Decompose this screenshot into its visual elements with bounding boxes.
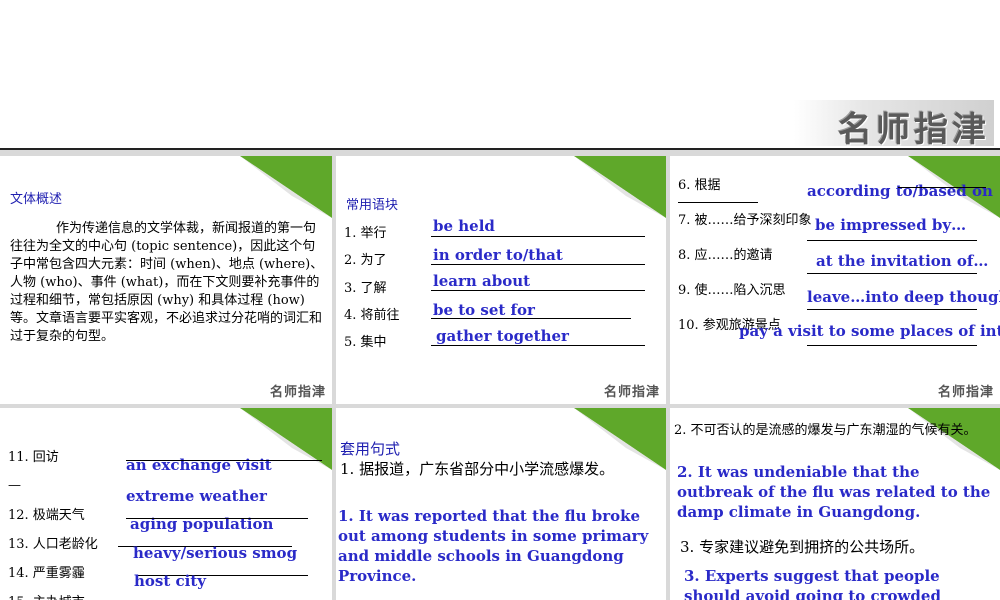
phrase-answer: leave…into deep thought: [807, 288, 1000, 306]
phrase-label: 6. 根据: [678, 178, 721, 193]
answer-line: [431, 236, 645, 237]
phrase-answer: be to set for: [433, 301, 535, 319]
phrase-label: 9. 使……陷入沉思: [678, 283, 786, 298]
phrase-answer: be held: [433, 217, 495, 235]
phrase-answer: host city: [134, 572, 206, 590]
panel-genre-overview: 文体概述 作为传递信息的文学体裁，新闻报道的第一句往往为全文的中心句 (topi…: [0, 156, 332, 404]
page-curl-icon: [574, 156, 666, 218]
phrase-label: 2. 为了: [344, 253, 387, 268]
sentence-answer: 3. Experts suggest that people should av…: [684, 567, 941, 600]
phrase-answer: pay a visit to some places of interest: [739, 322, 1000, 340]
phrase-answer: be impressed by…: [815, 216, 967, 234]
panel-common-phrases: 常用语块 1. 举行 be held 2. 为了 in order to/tha…: [336, 156, 666, 404]
phrase-label: 14. 严重雾霾: [8, 566, 85, 581]
patterns-heading: 套用句式: [340, 440, 401, 458]
brand-logo: 名师指津: [794, 100, 994, 150]
panel-sentence-patterns: 套用句式 1. 据报道，广东省部分中小学流感爆发。 1. It was repo…: [336, 408, 666, 600]
genre-paragraph: 作为传递信息的文学体裁，新闻报道的第一句往往为全文的中心句 (topic sen…: [10, 221, 324, 344]
phrase-answer: extreme weather: [126, 487, 267, 505]
dash-mark: —: [8, 478, 21, 493]
top-banner: 名师指津: [0, 0, 1000, 150]
phrase-answer: in order to/that: [433, 246, 563, 264]
phrase-label: 1. 举行: [344, 226, 387, 241]
phrase-label: 8. 应……的邀请: [678, 248, 773, 263]
phrase-label: 4. 将前往: [344, 308, 400, 323]
panel-phrases-continued: 6. 根据 according to/based on 7. 被……给予深刻印象…: [670, 156, 1000, 404]
sentence-question: 2. 不可否认的是流感的爆发与广东潮湿的气候有关。: [674, 423, 977, 438]
answer-line: [431, 345, 645, 346]
sentence-question: 3. 专家建议避免到拥挤的公共场所。: [680, 538, 925, 556]
phrase-label: 13. 人口老龄化: [8, 537, 98, 552]
answer-line: [807, 240, 977, 241]
genre-heading: 文体概述: [10, 192, 63, 207]
answer-line: [126, 460, 322, 461]
answer-line: [431, 264, 645, 265]
phrase-label: 12. 极端天气: [8, 508, 85, 523]
phrases-heading: 常用语块: [346, 198, 399, 213]
answer-line: [126, 518, 308, 519]
phrase-answer: at the invitation of…: [816, 252, 989, 270]
phrase-label: 5. 集中: [344, 335, 387, 350]
phrase-label: 7. 被……给予深刻印象: [678, 213, 812, 228]
mini-brand: 名师指津: [603, 385, 660, 400]
page-curl-icon: [240, 156, 332, 218]
phrase-answer: an exchange visit: [126, 456, 272, 474]
mini-brand: 名师指津: [937, 385, 994, 400]
mini-brand: 名师指津: [269, 385, 326, 400]
panel-sentence-patterns-more: 2. 不可否认的是流感的爆发与广东潮湿的气候有关。 2. It was unde…: [670, 408, 1000, 600]
answer-line: [807, 273, 977, 274]
phrase-answer: learn about: [433, 272, 531, 290]
sentence-question: 1. 据报道，广东省部分中小学流感爆发。: [340, 460, 615, 478]
sentence-answer: 2. It was undeniable that the outbreak o…: [677, 463, 991, 521]
answer-line: [431, 290, 645, 291]
answer-line: [898, 187, 986, 188]
phrase-answer: according to/based on: [807, 182, 993, 200]
phrase-label: 15. 主办城市: [8, 591, 85, 600]
answer-line: [431, 318, 631, 319]
phrase-answer: gather together: [436, 327, 569, 345]
phrase-label: 3. 了解: [344, 281, 387, 296]
answer-line: [678, 202, 758, 203]
answer-line: [807, 309, 977, 310]
answer-line: [807, 345, 977, 346]
phrase-answer: heavy/serious smog: [133, 544, 298, 562]
panel-phrases-more: 11. 回访 an exchange visit — extreme weath…: [0, 408, 332, 600]
phrase-label: 11. 回访: [8, 450, 59, 465]
sentence-answer: 1. It was reported that the flu broke ou…: [338, 507, 649, 585]
